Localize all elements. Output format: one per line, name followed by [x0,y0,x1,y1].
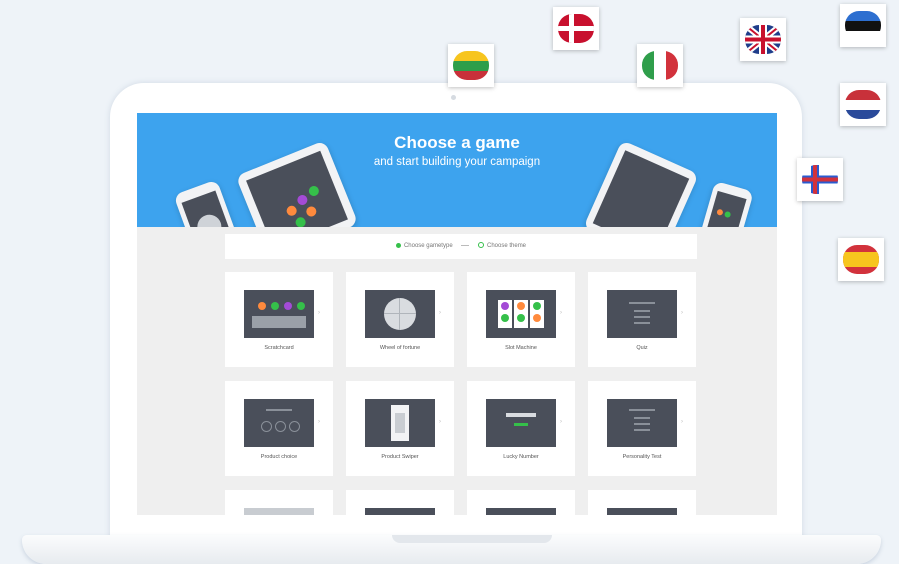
arrow-right-icon: › [439,310,441,316]
game-card-product-swiper[interactable]: › Product Swiper [346,381,454,476]
flag-italy-icon[interactable] [637,44,683,87]
phone-left-illustration [173,179,243,227]
hero-banner: Choose a game and start building your ca… [137,113,777,227]
game-card-slot-machine[interactable]: › Slot Machine [467,272,575,367]
tablet-right-illustration [583,140,699,227]
wheel-icon [365,290,435,338]
flag-estonia-icon[interactable] [840,4,886,47]
arrow-right-icon: › [318,419,320,425]
game-card-personality-test[interactable]: › Personality Test [588,381,696,476]
game-label: Product choice [260,454,298,460]
scratchcard-icon [244,290,314,338]
step-choose-theme[interactable]: Choose theme [478,242,527,249]
step-label: Choose gametype [403,243,453,249]
game-thumbnail [365,508,435,515]
arrow-right-icon: › [560,419,562,425]
flag-united-kingdom-icon[interactable] [740,18,786,61]
game-card[interactable] [225,490,333,515]
game-card[interactable] [346,490,454,515]
game-card-product-choice[interactable]: › Product choice [225,381,333,476]
step-label: Choose theme [487,243,527,249]
game-label: Wheel of fortune [379,345,421,351]
game-label: Lucky Number [503,454,539,460]
laptop-base [22,535,881,564]
flag-spain-icon[interactable] [838,238,884,281]
game-thumbnail [607,508,677,515]
arrow-right-icon: › [560,310,562,316]
hero-title: Choose a game [394,133,520,152]
phone-right-illustration [696,180,754,227]
app-screen: Choose a game and start building your ca… [137,113,777,515]
game-label: Scratchcard [264,345,294,351]
slot-machine-icon [486,290,556,338]
step-active-dot-icon [395,242,401,248]
camera-icon [451,95,456,100]
game-label: Product Swiper [381,454,419,460]
game-card[interactable] [467,490,575,515]
step-progress: Choose gametype Choose theme [225,234,697,259]
flag-netherlands-icon[interactable] [840,83,886,126]
game-label: Quiz [636,345,648,351]
arrow-right-icon: › [681,419,683,425]
game-card-lucky-number[interactable]: › Lucky Number [467,381,575,476]
game-card-wheel-of-fortune[interactable]: › Wheel of fortune [346,272,454,367]
flag-faroe-islands-icon[interactable] [797,158,843,201]
arrow-right-icon: › [439,419,441,425]
tablet-left-illustration [235,140,359,227]
product-swiper-icon [365,399,435,447]
game-label: Personality Test [622,454,662,460]
step-inactive-dot-icon [478,242,484,249]
arrow-right-icon: › [318,310,320,316]
arrow-right-icon: › [681,310,683,316]
hero-subtitle: and start building your campaign [373,156,541,168]
game-thumbnail [244,508,314,515]
flag-denmark-icon[interactable] [553,7,599,50]
game-card-scratchcard[interactable]: › Scratchcard [225,272,333,367]
product-choice-icon [244,399,314,447]
step-choose-gametype[interactable]: Choose gametype [395,242,454,249]
personality-test-icon [607,399,677,447]
lucky-number-icon [486,399,556,447]
game-card[interactable] [588,490,696,515]
step-separator [461,244,470,246]
flag-lithuania-icon[interactable] [448,44,494,87]
game-label: Slot Machine [505,345,537,351]
quiz-icon [607,290,677,338]
game-card-quiz[interactable]: › Quiz [588,272,696,367]
game-thumbnail [486,508,556,515]
laptop-notch [392,535,552,543]
